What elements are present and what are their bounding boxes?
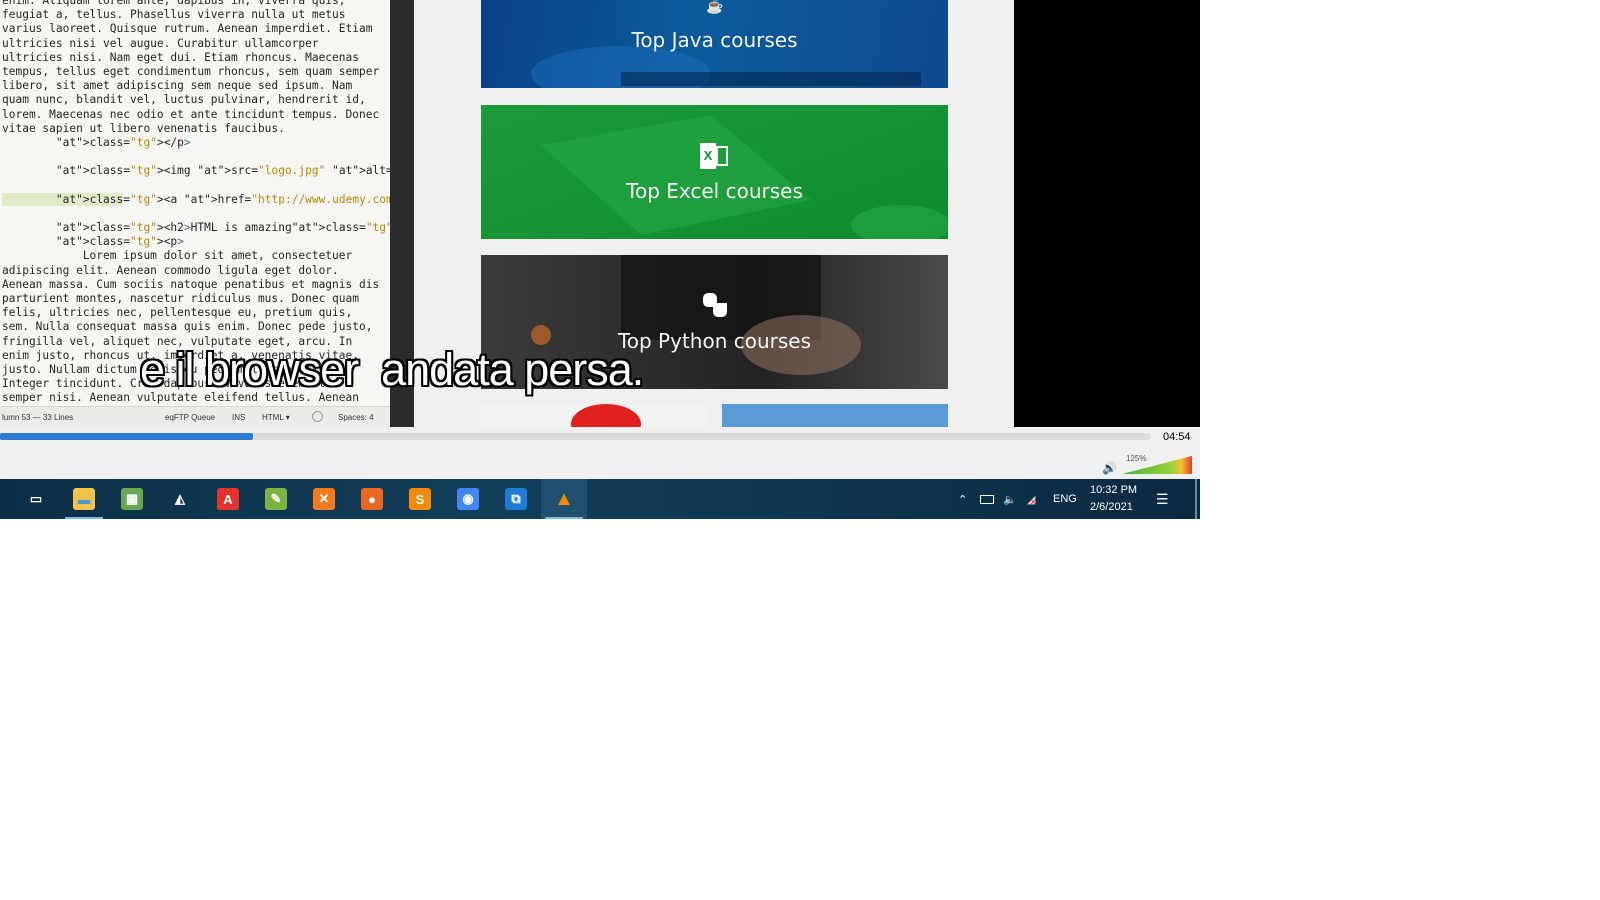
windows-taskbar: ▭ ▬ ▦ ◭ A ✎ ✕ ● S ◉ ⧉ ▲ ⌃ 🔈 ◢ ✕ ENG 10:32 PM 2/6/202… [0,479,1200,519]
player-controls: 04:54 🔊 125% [0,427,1200,479]
xampp-icon: ✕ [313,488,335,510]
seek-bar-progress [0,433,253,440]
code-line: lorem. Maecenas nec odio et ante tincidu… [2,107,380,121]
unity-icon: ◭ [175,491,185,506]
notepad-icon: ✎ [265,488,287,510]
java-icon: ☕ [706,0,724,14]
code-line: "at">class="tg"></p> [55,135,191,149]
action-center-icon[interactable]: ☰ [1156,479,1169,519]
minecraft-icon: ▦ [121,488,143,510]
show-desktop-button[interactable] [1195,479,1197,519]
taskbar-app-button[interactable]: ✎ [253,479,299,519]
taskbar-app-button[interactable]: ⧉ [493,479,539,519]
course-card-excel: X Top Excel courses [481,105,948,239]
code-line: tempus, tellus eget condimentum rhoncus,… [2,64,380,78]
language-indicator[interactable]: ENG [1053,479,1077,519]
taskbar-app-button[interactable]: ▬ [61,479,107,519]
acrobat-icon: A [217,488,239,510]
battery-icon[interactable] [980,479,994,519]
code-line: enim. Aliquam lorem ante, dapibus in, vi… [2,0,346,7]
letterbox-right [1014,0,1200,427]
code-line: Aenean massa. Cum sociis natoque penatib… [2,277,380,291]
code-line: vitae sapien ut libero venenatis faucibu… [2,121,285,135]
code-line: quam nunc, blandit vel, luctus pulvinar,… [2,93,366,107]
volume-slider[interactable] [1122,455,1194,475]
editor-status-bar: lumn 53 — 33 Lines eqFTP Queue INS HTML … [0,406,390,427]
taskbar-app-button[interactable]: ▦ [109,479,155,519]
card-title: Top Excel courses [626,179,803,203]
playback-time: 04:54 [1163,431,1191,443]
taskbar-app-button[interactable]: ▲ [541,479,587,519]
excel-card-art [541,115,948,239]
code-line: "at">class="tg"><p> [55,235,184,249]
status-circle-icon [312,411,323,422]
code-line: felis, ultricies nec, pellentesque eu, p… [2,306,353,320]
show-hidden-icons-icon[interactable]: ⌃ [958,479,967,519]
taskbar-app-button[interactable]: ▭ [13,479,59,519]
file-explorer-icon: ▬ [73,488,95,510]
network-error-icon[interactable]: ◢ ✕ [1027,479,1037,519]
code-line: ultricies nisi. Nam eget dui. Etiam rhon… [2,50,359,64]
clock-time: 10:32 PM [1090,484,1138,496]
vscode-icon: ⧉ [505,488,527,510]
code-line: feugiat a, tellus. Phasellus viverra nul… [2,8,346,22]
code-line: Lorem ipsum dolor sit amet, consectetuer [2,249,353,263]
taskbar-app-button[interactable]: S [397,479,443,519]
code-line: "at">class="tg"><img "at">src="logo.jpg"… [55,164,390,178]
subtitle-text: e il browser andata persa. [140,344,644,395]
speaker-icon[interactable]: 🔊 [1102,461,1117,475]
course-card-partial-right [722,404,948,427]
course-card-partial-left [481,404,707,427]
status-indent: Spaces: 4 [338,413,374,422]
vlc-icon: ▲ [554,487,574,510]
code-line: adipiscing elit. Aenean commodo ligula e… [2,263,339,277]
video-frame[interactable]: enim. Aliquam lorem ante, dapibus in, vi… [0,0,1200,427]
firefox-icon: ● [361,488,383,510]
taskbar-app-button[interactable]: ● [349,479,395,519]
code-line: parturient montes, nascetur ridiculus mu… [2,291,359,305]
status-mode: INS [232,413,246,422]
sublime-icon: S [409,488,431,510]
excel-icon: X [700,143,728,169]
taskbar-clock[interactable]: 10:32 PM 2/6/2021 [1090,482,1137,516]
code-line: sem. Nulla consequat massa quis enim. Do… [2,320,373,334]
seek-bar[interactable] [0,433,1150,440]
card-title: Top Java courses [631,28,798,52]
course-card-java: ☕ Top Java courses [481,0,948,88]
taskbar-app-button[interactable]: ✕ [301,479,347,519]
clock-date: 2/6/2021 [1090,501,1133,513]
python-icon [701,291,729,319]
status-ftp: eqFTP Queue [165,413,216,422]
status-position: lumn 53 — 33 Lines [2,413,74,422]
code-line: "at">class="tg"><a "at">href="http://www… [2,192,390,207]
code-line: varius laoreet. Quisque rutrum. Aenean i… [2,22,373,36]
code-line: "at">class="tg"><h2>HTML is amazing"at">… [55,221,390,234]
code-line: libero, sit amet adipiscing sem neque se… [2,79,353,93]
code-line: ultricies nisi vel augue. Curabitur ulla… [2,36,319,50]
volume-icon[interactable]: 🔈 [1003,479,1017,519]
task-view-icon: ▭ [29,491,43,506]
chrome-icon: ◉ [457,488,479,510]
taskbar-app-button[interactable]: A [205,479,251,519]
status-language: HTML ▾ [262,413,290,422]
taskbar-app-button[interactable]: ◭ [157,479,203,519]
taskbar-app-button[interactable]: ◉ [445,479,491,519]
screen: enim. Aliquam lorem ante, dapibus in, vi… [0,0,1200,520]
